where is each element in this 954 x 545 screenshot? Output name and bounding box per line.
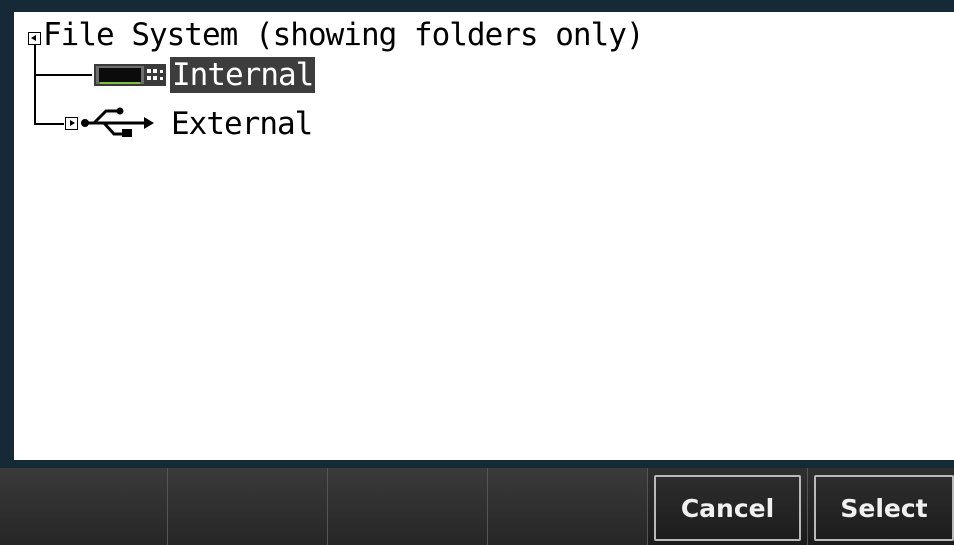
tree-connector-vertical — [34, 40, 36, 124]
select-button[interactable]: Select — [808, 468, 954, 545]
cancel-button-label: Cancel — [654, 475, 801, 541]
softkey-1[interactable] — [0, 468, 168, 545]
usb-icon — [81, 107, 154, 137]
softkey-3[interactable] — [328, 468, 488, 545]
softkey-4[interactable] — [488, 468, 648, 545]
instrument-icon — [94, 64, 166, 86]
tree-item-external[interactable]: External — [171, 106, 313, 142]
dialog-screen: File System (showing folders only) Inter… — [0, 0, 954, 545]
expand-icon[interactable] — [65, 117, 78, 130]
tree-item-internal[interactable]: Internal — [170, 57, 316, 93]
softkey-bar: Cancel Select — [0, 468, 954, 545]
tree-connector-external — [34, 123, 64, 125]
folder-tree[interactable]: File System (showing folders only) Inter… — [14, 12, 954, 460]
tree-root-label[interactable]: File System (showing folders only) — [43, 17, 645, 53]
collapse-icon[interactable] — [28, 32, 41, 45]
softkey-2[interactable] — [168, 468, 328, 545]
cancel-button[interactable]: Cancel — [648, 468, 808, 545]
select-button-label: Select — [814, 475, 954, 541]
tree-connector-internal — [34, 74, 92, 76]
